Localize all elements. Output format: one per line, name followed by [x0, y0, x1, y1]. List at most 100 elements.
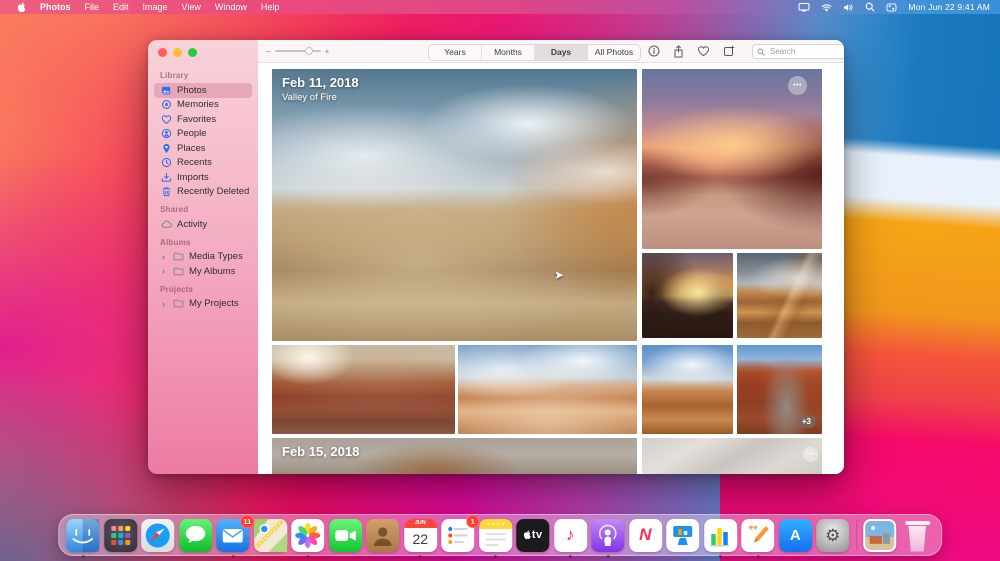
- cloud-icon: [160, 218, 172, 230]
- chevron-right-icon[interactable]: ›: [160, 298, 167, 310]
- display-icon[interactable]: [798, 2, 810, 12]
- dock-app-store-icon[interactable]: A: [778, 518, 812, 552]
- sidebar-item-label: Places: [177, 142, 206, 154]
- favorite-heart-icon[interactable]: [697, 45, 710, 57]
- apple-menu[interactable]: [10, 1, 33, 13]
- dock-finder-icon[interactable]: [66, 518, 100, 558]
- dock-tv-icon[interactable]: tv: [516, 518, 550, 552]
- photo-thumbnail-rock-trail[interactable]: [458, 345, 637, 434]
- volume-icon[interactable]: [843, 3, 854, 12]
- sidebar-item-photos[interactable]: Photos: [154, 83, 252, 98]
- dock-keynote-icon[interactable]: [666, 518, 700, 552]
- chevron-right-icon[interactable]: ›: [160, 265, 167, 277]
- menu-item-view[interactable]: View: [175, 0, 208, 14]
- dock-notes-icon[interactable]: [478, 518, 512, 558]
- calendar-day-label: 22: [412, 530, 429, 547]
- more-options-button[interactable]: •••: [803, 447, 818, 462]
- photo-thumbnail-sunset-silhouette[interactable]: [642, 253, 733, 338]
- dock-reminders-icon[interactable]: 1: [441, 514, 480, 552]
- sidebar-item-activity[interactable]: Activity: [154, 217, 252, 232]
- control-center-icon[interactable]: [886, 2, 897, 12]
- dock-messages-icon[interactable]: [178, 518, 212, 552]
- music-note-glyph: ♪: [566, 525, 575, 544]
- info-icon[interactable]: [648, 45, 660, 57]
- dock-launchpad-icon[interactable]: [103, 518, 137, 552]
- dock-divider: [855, 520, 857, 550]
- photo-thumbnail-red-rocks[interactable]: [272, 345, 455, 434]
- sidebar-item-media-types[interactable]: › Media Types: [154, 250, 252, 265]
- dock-system-preferences-icon[interactable]: ⚙: [816, 518, 850, 552]
- dock-calendar-icon[interactable]: JUN 22: [403, 518, 437, 558]
- sidebar-item-label: Media Types: [189, 251, 243, 263]
- share-icon[interactable]: [673, 44, 684, 58]
- minimize-button[interactable]: [173, 48, 182, 57]
- search-input[interactable]: [768, 46, 832, 57]
- running-indicator: [756, 554, 760, 558]
- dock-numbers-icon[interactable]: [703, 518, 737, 558]
- close-button[interactable]: [158, 48, 167, 57]
- folder-icon: [172, 251, 184, 263]
- dock-photo-stack-icon[interactable]: [863, 518, 897, 552]
- photo-thumbnail-orange-slope[interactable]: [642, 345, 733, 434]
- photo-thumbnail-sunset-desert[interactable]: [642, 69, 822, 249]
- dock-podcasts-icon[interactable]: [591, 518, 625, 558]
- sidebar-item-recents[interactable]: Recents: [154, 156, 252, 171]
- calendar-month-label: JUN: [403, 518, 437, 528]
- running-indicator: [606, 554, 610, 558]
- search-field[interactable]: [752, 44, 844, 59]
- menu-item-help[interactable]: Help: [254, 0, 287, 14]
- chevron-right-icon[interactable]: ›: [160, 251, 167, 263]
- tab-years[interactable]: Years: [429, 44, 482, 60]
- sidebar-item-my-projects[interactable]: › My Projects: [154, 297, 252, 312]
- add-icon[interactable]: [723, 45, 735, 57]
- dock-music-icon[interactable]: ♪: [553, 518, 587, 558]
- dock-mail-icon[interactable]: 11: [216, 514, 255, 558]
- sidebar-item-places[interactable]: Places: [154, 141, 252, 156]
- menu-item-image[interactable]: Image: [136, 0, 175, 14]
- photo-grid: +3 Feb 11, 2018 Valley of Fire ••• ➤ Feb…: [258, 63, 844, 474]
- menu-item-file[interactable]: File: [78, 0, 107, 14]
- sidebar-item-label: Photos: [177, 84, 207, 96]
- sidebar-item-recently-deleted[interactable]: Recently Deleted: [154, 185, 252, 200]
- photo-thumbnail-desert-road[interactable]: +3: [737, 345, 822, 434]
- dock-news-icon[interactable]: N: [628, 518, 662, 552]
- photo-thumbnail-valley-panorama[interactable]: [272, 69, 637, 341]
- tab-days[interactable]: Days: [535, 44, 588, 60]
- menu-bar-clock[interactable]: Mon Jun 22 9:41 AM: [908, 2, 990, 12]
- tab-months[interactable]: Months: [482, 44, 535, 60]
- dock-trash-icon[interactable]: [901, 519, 934, 552]
- menu-item-edit[interactable]: Edit: [106, 0, 136, 14]
- sidebar-item-imports[interactable]: Imports: [154, 170, 252, 185]
- dock-facetime-icon[interactable]: [328, 518, 362, 552]
- dock-safari-icon[interactable]: [141, 518, 175, 552]
- person-icon: [160, 128, 172, 140]
- wifi-icon[interactable]: [821, 3, 832, 12]
- zoom-in-icon[interactable]: +: [325, 47, 330, 56]
- thumbnail-zoom-slider[interactable]: − +: [266, 47, 329, 56]
- sidebar-item-favorites[interactable]: Favorites: [154, 112, 252, 127]
- mail-badge: 11: [240, 514, 255, 528]
- dock-maps-icon[interactable]: [253, 518, 287, 552]
- dock-photos-icon[interactable]: [291, 518, 325, 558]
- tab-all-photos[interactable]: All Photos: [588, 45, 640, 60]
- sidebar-item-label: Imports: [177, 171, 209, 183]
- sidebar-section-library: Library: [160, 71, 189, 80]
- menu-item-photos[interactable]: Photos: [33, 0, 78, 14]
- zoom-out-icon[interactable]: −: [266, 47, 271, 56]
- sidebar-item-label: Memories: [177, 99, 219, 111]
- sidebar-item-memories[interactable]: Memories: [154, 98, 252, 113]
- photo-thumbnail-rock-wave[interactable]: [737, 253, 822, 338]
- photo-thumbnail-fabric[interactable]: [642, 438, 822, 474]
- zoom-slider-track[interactable]: [274, 47, 321, 55]
- zoom-slider-knob[interactable]: [305, 47, 314, 55]
- dock-pages-icon[interactable]: [741, 518, 775, 558]
- overflow-count-badge: +3: [796, 415, 816, 428]
- spotlight-search-icon[interactable]: [865, 2, 875, 12]
- tv-label: tv: [531, 529, 543, 541]
- zoom-button[interactable]: [188, 48, 197, 57]
- sidebar-item-my-albums[interactable]: › My Albums: [154, 264, 252, 279]
- more-options-button[interactable]: •••: [788, 76, 807, 95]
- menu-item-window[interactable]: Window: [208, 0, 254, 14]
- dock-contacts-icon[interactable]: [366, 518, 400, 552]
- sidebar-item-people[interactable]: People: [154, 127, 252, 142]
